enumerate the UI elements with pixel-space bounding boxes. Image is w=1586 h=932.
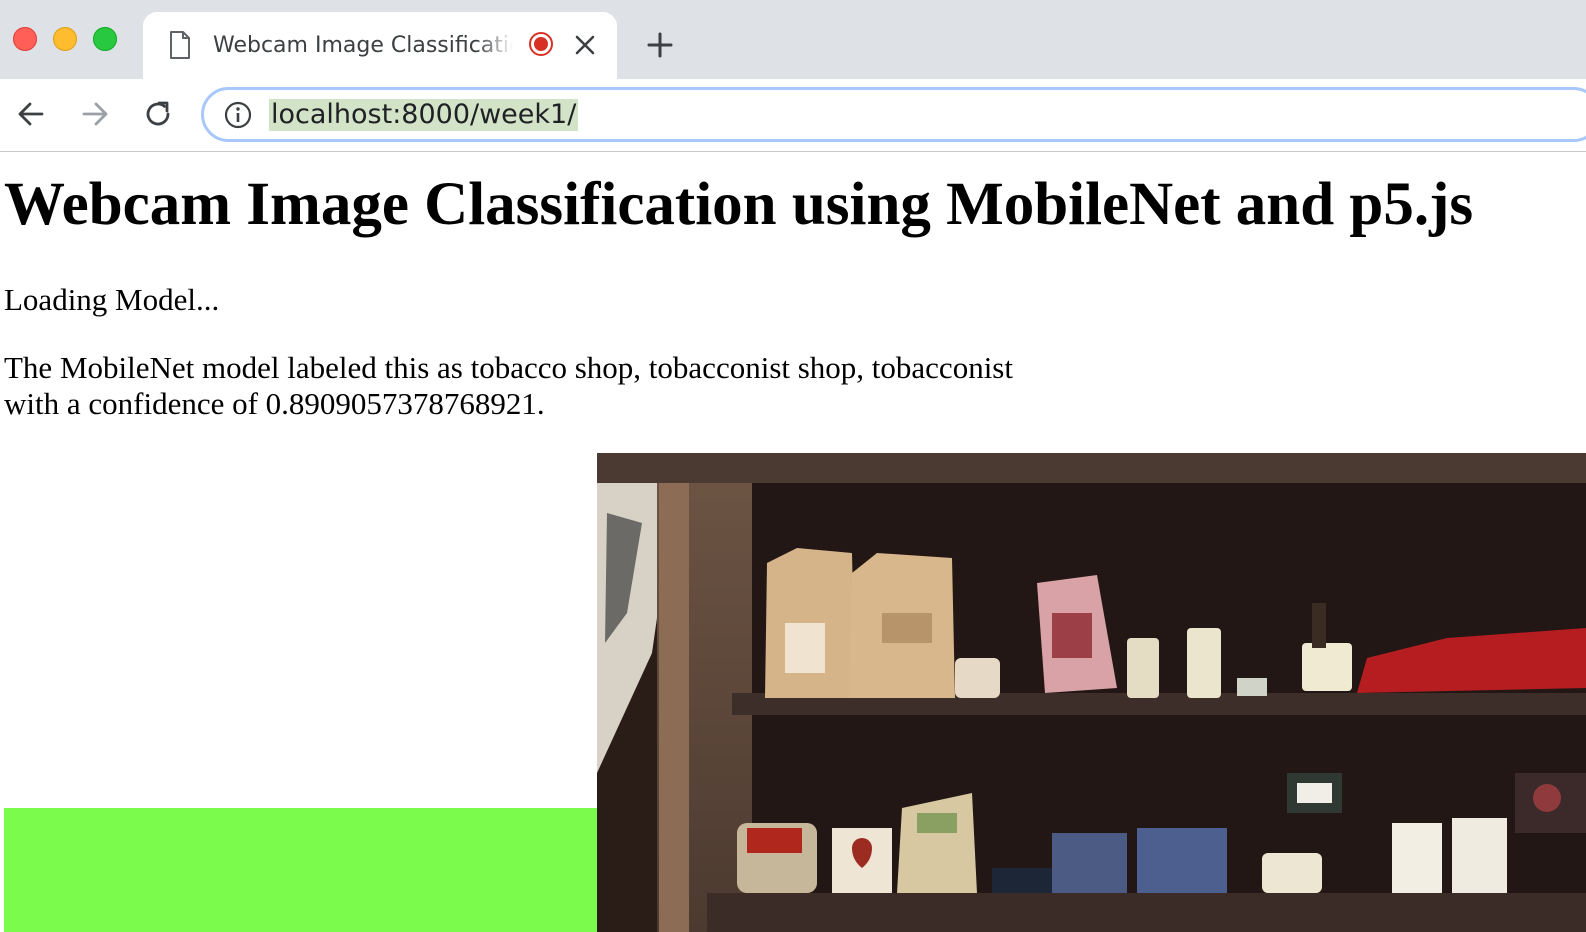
document-icon xyxy=(170,31,190,59)
maximize-window-button[interactable] xyxy=(93,27,117,51)
tab-strip: Webcam Image Classification using Mobile… xyxy=(0,0,1586,79)
page-title: Webcam Image Classification using Mobile… xyxy=(4,171,1474,238)
back-icon[interactable] xyxy=(15,98,47,130)
recording-icon xyxy=(529,32,553,56)
tab-title: Webcam Image Classification using Mobile… xyxy=(213,33,513,58)
close-window-button[interactable] xyxy=(13,27,37,51)
browser-toolbar: localhost:8000/week1/ xyxy=(0,79,1586,152)
result-label-line: The MobileNet model labeled this as toba… xyxy=(4,350,1013,385)
forward-icon[interactable] xyxy=(79,98,111,130)
confidence-bar xyxy=(4,808,597,932)
classification-result: The MobileNet model labeled this as toba… xyxy=(4,350,1104,422)
info-icon[interactable] xyxy=(224,101,252,129)
minimize-window-button[interactable] xyxy=(53,27,77,51)
plus-icon[interactable] xyxy=(647,32,673,58)
address-bar[interactable]: localhost:8000/week1/ xyxy=(201,87,1586,142)
model-status: Loading Model... xyxy=(4,282,220,317)
active-tab[interactable]: Webcam Image Classification using Mobile… xyxy=(143,12,617,79)
result-confidence-line: with a confidence of 0.8909057378768921. xyxy=(4,386,545,421)
url-text[interactable]: localhost:8000/week1/ xyxy=(269,99,579,131)
webcam-video xyxy=(597,453,1586,932)
close-icon[interactable] xyxy=(574,34,596,56)
reload-icon[interactable] xyxy=(142,98,174,130)
